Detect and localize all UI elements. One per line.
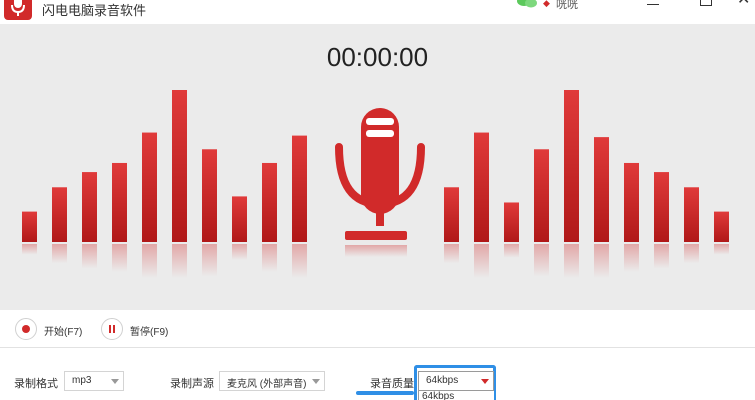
right-level-bar <box>594 137 609 242</box>
right-level-bar-reflection <box>504 244 519 258</box>
audio-level-bars <box>22 90 729 278</box>
left-level-bar <box>292 135 307 242</box>
left-level-bar-reflection <box>232 244 247 260</box>
pause-record-button[interactable] <box>101 318 123 340</box>
format-select[interactable]: mp3 <box>64 371 124 391</box>
left-level-bar <box>142 132 157 242</box>
control-bar: 开始(F7) 暂停(F9) <box>0 310 755 348</box>
quality-label: 录音质量 <box>370 378 414 390</box>
left-level-bar-reflection <box>142 244 157 278</box>
right-level-bar-reflection <box>444 244 459 264</box>
right-level-bar <box>714 211 729 242</box>
right-level-bar <box>624 162 639 242</box>
left-level-bar <box>232 196 247 242</box>
app-logo-microphone-icon <box>4 0 32 20</box>
title-bar: 闪电电脑录音软件 ◆ 咣咣 ✕ <box>0 0 755 24</box>
gem-icon: ◆ <box>543 0 550 8</box>
right-level-bar-reflection <box>654 244 669 269</box>
right-level-bar <box>684 187 699 242</box>
format-label: 录制格式 <box>14 378 58 390</box>
pause-record-label[interactable]: 暂停(F9) <box>130 323 168 338</box>
right-level-bar-reflection <box>714 244 729 255</box>
right-level-bar <box>534 149 549 242</box>
center-microphone-icon <box>335 108 425 257</box>
pause-icon <box>109 325 111 333</box>
start-record-button[interactable] <box>15 318 37 340</box>
left-level-bar-reflection <box>22 244 37 255</box>
recording-visualizer: 00:00:00 <box>0 24 755 310</box>
right-level-bar <box>444 187 459 242</box>
left-level-bar <box>52 187 67 242</box>
user-name[interactable]: 咣咣 <box>556 0 578 12</box>
quality-option[interactable]: 64kbps <box>418 391 494 400</box>
source-label: 录制声源 <box>170 378 214 390</box>
right-level-bar-reflection <box>534 244 549 277</box>
left-level-bar-reflection <box>112 244 127 272</box>
source-select[interactable]: 麦克风 (外部声音) <box>219 371 325 391</box>
maximize-icon[interactable] <box>700 0 712 6</box>
left-level-bar <box>22 211 37 242</box>
left-level-bar <box>112 162 127 242</box>
app-title: 闪电电脑录音软件 <box>42 3 147 18</box>
close-icon[interactable]: ✕ <box>737 0 750 8</box>
left-level-bar <box>82 172 97 242</box>
left-level-bar-reflection <box>202 244 217 277</box>
left-level-bar-reflection <box>52 244 67 264</box>
left-level-bar-reflection <box>262 244 277 272</box>
left-level-bar-reflection <box>172 244 187 278</box>
left-level-bar <box>262 162 277 242</box>
left-level-bar <box>202 149 217 242</box>
minimize-icon[interactable] <box>647 0 661 8</box>
left-level-bar <box>172 90 187 242</box>
chevron-down-icon <box>481 379 489 384</box>
right-level-bar-reflection <box>594 244 609 278</box>
quality-select[interactable]: 64kbps <box>418 371 494 391</box>
left-level-bar-reflection <box>292 244 307 278</box>
right-level-bar <box>654 172 669 242</box>
chevron-down-icon <box>312 379 320 384</box>
highlight-underline <box>356 391 414 395</box>
right-level-bar-reflection <box>564 244 579 278</box>
right-level-bar-reflection <box>474 244 489 278</box>
right-level-bar-reflection <box>684 244 699 264</box>
right-level-bar <box>474 132 489 242</box>
right-level-bar <box>564 90 579 242</box>
settings-row: 录制格式 mp3 录制声源 麦克风 (外部声音) 录音质量 64kbps 64k… <box>0 349 755 400</box>
left-level-bar-reflection <box>82 244 97 269</box>
right-level-bar <box>504 202 519 242</box>
start-record-label[interactable]: 开始(F7) <box>44 323 82 338</box>
wechat-icon[interactable] <box>516 0 538 8</box>
chevron-down-icon <box>111 379 119 384</box>
right-level-bar-reflection <box>624 244 639 272</box>
